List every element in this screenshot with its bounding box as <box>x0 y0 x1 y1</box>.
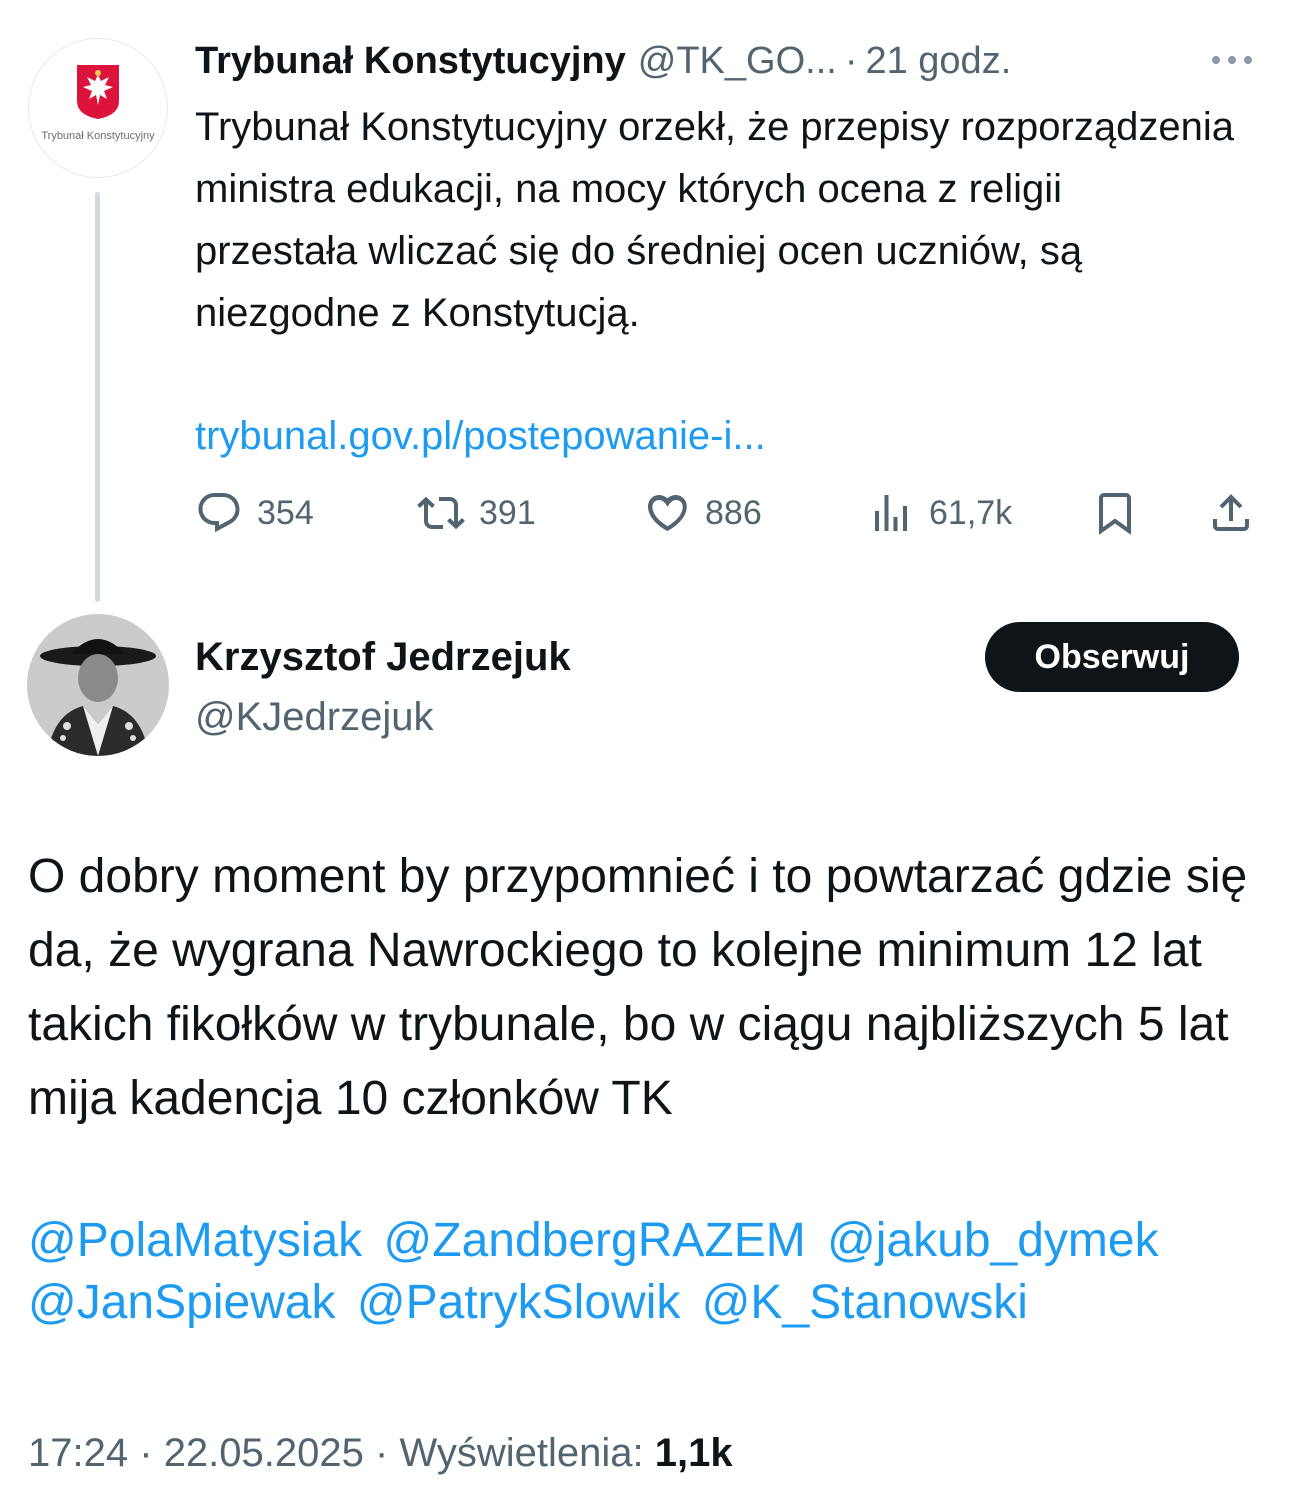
mention-link[interactable]: @PolaMatysiak <box>28 1214 362 1267</box>
separator: · <box>844 39 858 82</box>
tweet-time[interactable]: 17:24 <box>28 1431 128 1475</box>
author-name[interactable]: Krzysztof Jedrzejuk <box>195 630 571 684</box>
parent-author-name[interactable]: Trybunał Konstytucyjny <box>195 40 626 83</box>
thread-line <box>95 192 100 602</box>
tweet-mentions: @PolaMatysiak @ZandbergRAZEM @jakub_dyme… <box>28 1210 1278 1334</box>
tweet-meta: 17:24 · 22.05.2025 · Wyświetlenia: 1,1k <box>28 1428 733 1478</box>
views-total: 1,1k <box>654 1431 733 1475</box>
separator: · <box>375 1431 389 1475</box>
parent-tweet-text: Trybunał Konstytucyjny orzekł, że przepi… <box>195 105 1246 335</box>
parent-author-handle[interactable]: @TK_GO... <box>638 40 837 83</box>
share-icon <box>1213 494 1249 531</box>
parent-header: Trybunał Konstytucyjny @TK_GO... · 21 go… <box>195 36 1011 86</box>
avatar-org-name: Trybunał Konstytucyjny <box>41 130 155 142</box>
share-button[interactable] <box>1207 485 1255 541</box>
views-count: 61,7k <box>929 493 1013 532</box>
mention-link[interactable]: @ZandbergRAZEM <box>384 1214 806 1267</box>
action-bar: 354 391 886 61,7k <box>195 485 1260 541</box>
parent-timestamp[interactable]: 21 godz. <box>865 40 1011 83</box>
repost-button[interactable]: 391 <box>417 485 536 541</box>
mention-link[interactable]: @K_Stanowski <box>702 1276 1028 1329</box>
mention-link[interactable]: @PatrykSlowik <box>357 1276 680 1329</box>
parent-tweet-link[interactable]: trybunal.gov.pl/postepowanie-i... <box>195 405 766 467</box>
more-icon[interactable] <box>1212 48 1260 72</box>
tweet-date[interactable]: 22.05.2025 <box>164 1431 364 1475</box>
separator: · <box>139 1431 153 1475</box>
views-label: Wyświetlenia: <box>399 1431 644 1475</box>
reply-button[interactable]: 354 <box>195 485 314 541</box>
bookmark-icon <box>1099 493 1131 535</box>
follow-button[interactable]: Obserwuj <box>985 622 1239 692</box>
author-handle[interactable]: @KJedrzejuk <box>195 690 433 744</box>
views-button[interactable]: 61,7k <box>867 485 1012 541</box>
like-count: 886 <box>705 493 762 532</box>
like-button[interactable]: 886 <box>643 485 762 541</box>
mention-link[interactable]: @JanSpiewak <box>28 1276 336 1329</box>
repost-icon <box>417 496 465 530</box>
mention-link[interactable]: @jakub_dymek <box>827 1214 1159 1267</box>
repost-count: 391 <box>479 493 536 532</box>
like-icon <box>648 494 687 532</box>
tweet-text: O dobry moment by przypomnieć i to powta… <box>28 850 1261 1125</box>
emblem-icon <box>77 65 119 119</box>
reply-count: 354 <box>257 493 314 532</box>
parent-avatar[interactable]: Trybunał Konstytucyjny <box>28 38 168 178</box>
reply-icon <box>198 493 240 533</box>
avatar-photo <box>27 614 169 756</box>
author-avatar[interactable] <box>27 614 169 756</box>
views-icon <box>875 495 907 531</box>
bookmark-button[interactable] <box>1091 485 1139 541</box>
